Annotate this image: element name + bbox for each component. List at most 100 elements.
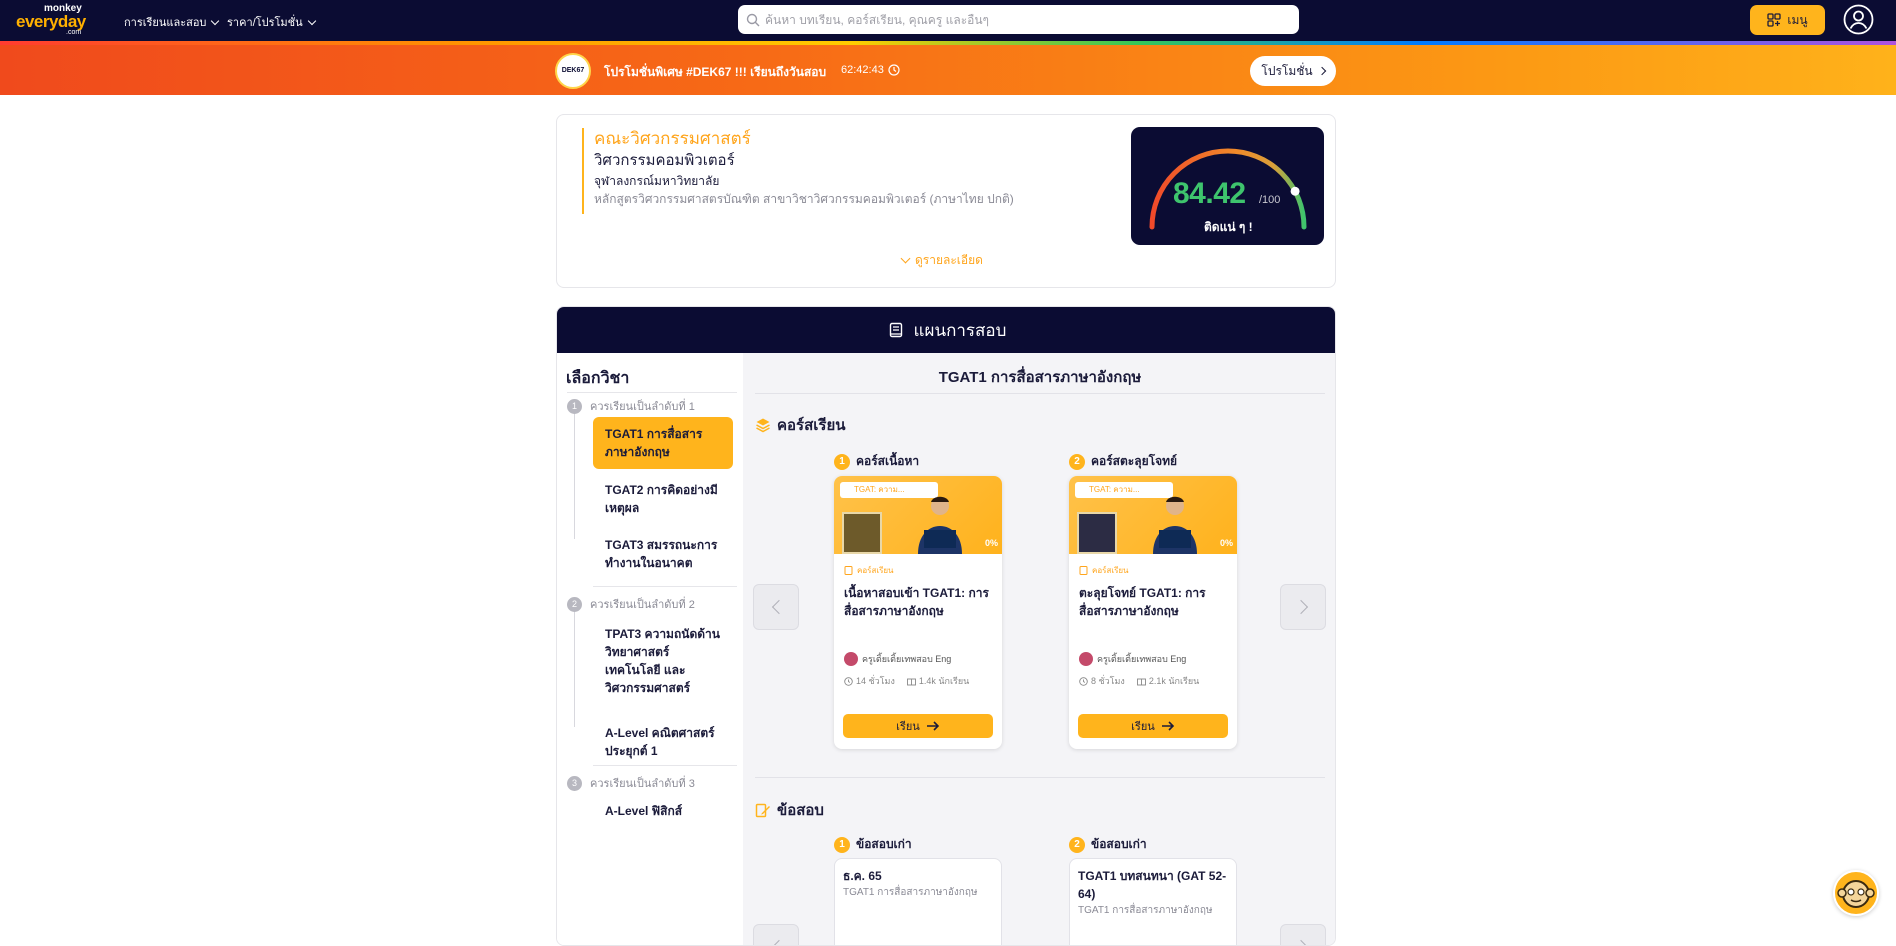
- exams-section-label: ข้อสอบ: [777, 802, 824, 819]
- divider: [755, 777, 1325, 778]
- nav-link-learning-label: การเรียนและสอบ: [124, 17, 207, 29]
- courses-section-label: คอร์สเรียน: [777, 417, 846, 434]
- exam-column-header: 2 ข้อสอบเก่า: [1069, 835, 1147, 854]
- study-button[interactable]: เรียน: [1078, 714, 1228, 738]
- exams-section-title: ข้อสอบ: [755, 798, 824, 822]
- course-students-value: 1.4k นักเรียน: [918, 676, 970, 686]
- course-title: เนื้อหาสอบเข้า TGAT1: การสื่อสารภาษาอังก…: [844, 586, 989, 618]
- exam-column-header: 1 ข้อสอบเก่า: [834, 835, 912, 854]
- course-card[interactable]: TGAT: ความ... 0% คอร์สเรียน เนื้อหาสอบเข…: [834, 476, 1002, 749]
- logo-sub-text: .com: [66, 29, 82, 36]
- promo-logo: DEK67: [555, 53, 591, 89]
- subject-item-tgat3[interactable]: TGAT3 สมรรถนะการทำงานในอนาคต: [593, 528, 733, 580]
- group-header-2: 2 ควรเรียนเป็นลำดับที่ 2: [567, 595, 695, 613]
- search-bar[interactable]: [738, 5, 1299, 34]
- course-column-label: คอร์สเนื้อหา: [856, 454, 920, 468]
- exam-column-label: ข้อสอบเก่า: [856, 837, 912, 851]
- site-logo[interactable]: monkey everyday .com: [16, 3, 108, 37]
- teacher-name: ครูเติ้ยเติ้ยเทพสอบ Eng: [862, 654, 952, 664]
- exam-subtitle: TGAT1 การสื่อสารภาษาอังกฤษ: [1078, 905, 1213, 916]
- search-input[interactable]: [765, 12, 1265, 27]
- subject-item-tgat2[interactable]: TGAT2 การคิดอย่างมีเหตุผล: [593, 473, 733, 525]
- search-icon: [746, 13, 760, 26]
- exam-carousel-next-button[interactable]: [1280, 924, 1326, 945]
- monkey-mascot-icon: [1837, 880, 1875, 908]
- subject-item-alevel-physics[interactable]: A-Level ฟิสิกส์: [593, 794, 733, 828]
- group-number: 1: [567, 398, 582, 414]
- course-hours: 14 ชั่วโมง: [844, 674, 895, 688]
- clock-icon: [888, 64, 900, 76]
- course-thumbnail: TGAT: ความ... 0%: [1069, 476, 1237, 554]
- view-details-link[interactable]: ดูรายละเอียด: [900, 251, 983, 270]
- carousel-prev-button[interactable]: [753, 584, 799, 630]
- divider: [593, 586, 737, 587]
- exam-plan-title: แผนการสอบ: [913, 320, 1007, 340]
- user-profile-icon[interactable]: [1843, 4, 1874, 35]
- course-type: คอร์สเรียน: [1079, 564, 1129, 577]
- faculty-university: จุฬาลงกรณ์มหาวิทยาลัย: [594, 174, 720, 188]
- chat-mascot-button[interactable]: [1833, 870, 1879, 916]
- study-button[interactable]: เรียน: [843, 714, 993, 738]
- chevron-down-icon: [900, 253, 911, 264]
- course-progress: 0%: [1219, 538, 1233, 548]
- course-hours-value: 8 ชั่วโมง: [1091, 676, 1125, 686]
- book-icon: [1079, 566, 1088, 575]
- clock-icon: [1079, 676, 1088, 686]
- exam-pencil-icon: [755, 803, 770, 818]
- exam-carousel-prev-button[interactable]: [753, 924, 799, 945]
- menu-button-label: เมนู: [1787, 12, 1808, 27]
- subject-item-tpat3[interactable]: TPAT3 ความถนัดด้านวิทยาศาสตร์ เทคโนโลยี …: [593, 617, 733, 705]
- subject-sidebar: เลือกวิชา 1 ควรเรียนเป็นลำดับที่ 1 TGAT1…: [557, 353, 743, 945]
- carousel-next-button[interactable]: [1280, 584, 1326, 630]
- course-column-header: 1 คอร์สเนื้อหา: [834, 452, 919, 471]
- score-label: ติดแน่ ๆ !: [1204, 220, 1253, 234]
- nav-link-learning[interactable]: การเรียนและสอบ: [124, 13, 220, 31]
- course-column-label: คอร์สตะลุยโจทย์: [1091, 454, 1178, 468]
- promo-button[interactable]: โปรโมชั่น: [1250, 56, 1336, 86]
- faculty-info: คณะวิศวกรรมศาสตร์ วิศวกรรมคอมพิวเตอร์ จุ…: [582, 128, 1014, 214]
- nav-link-pricing-label: ราคา/โปรโมชั่น: [227, 17, 303, 29]
- promo-text: โปรโมชั่นพิเศษ #DEK67 !!! เรียนถึงวันสอบ: [604, 65, 827, 79]
- divider: [593, 765, 737, 766]
- subject-content: TGAT1 การสื่อสารภาษาอังกฤษ คอร์สเรียน 1 …: [743, 353, 1335, 945]
- course-type-label: คอร์สเรียน: [857, 566, 894, 575]
- exam-card[interactable]: ธ.ค. 65 TGAT1 การสื่อสารภาษาอังกฤษ: [834, 858, 1002, 945]
- chevron-down-icon: [211, 16, 220, 25]
- top-navbar: monkey everyday .com การเรียนและสอบ ราคา…: [0, 0, 1896, 41]
- promo-button-label: โปรโมชั่น: [1261, 63, 1313, 78]
- group-label: ควรเรียนเป็นลำดับที่ 3: [590, 778, 695, 790]
- course-column-header: 2 คอร์สตะลุยโจทย์: [1069, 452, 1177, 471]
- exam-number: 2: [1069, 836, 1085, 853]
- faculty-title: คณะวิศวกรรมศาสตร์: [594, 129, 751, 148]
- avatar: [1079, 652, 1093, 666]
- nav-link-pricing[interactable]: ราคา/โปรโมชั่น: [227, 13, 316, 31]
- score-gauge: 84.42 /100 ติดแน่ ๆ !: [1131, 127, 1324, 245]
- exam-card[interactable]: TGAT1 บทสนทนา (GAT 52-64) TGAT1 การสื่อส…: [1069, 858, 1237, 945]
- course-type: คอร์สเรียน: [844, 564, 894, 577]
- subject-item-alevel-math[interactable]: A-Level คณิตศาสตร์ประยุกต์ 1: [593, 716, 733, 768]
- exam-plan-header: แผนการสอบ: [557, 307, 1335, 353]
- exam-title: TGAT1 บทสนทนา (GAT 52-64): [1078, 869, 1227, 901]
- group-number: 2: [567, 596, 582, 612]
- course-number: 2: [1069, 453, 1085, 470]
- subject-item-tgat1[interactable]: TGAT1 การสื่อสารภาษาอังกฤษ: [593, 417, 733, 469]
- course-teacher: ครูเติ้ยเติ้ยเทพสอบ Eng: [844, 652, 951, 666]
- arrow-right-icon: [1161, 721, 1174, 731]
- course-card[interactable]: TGAT: ความ... 0% คอร์สเรียน ตะลุยโจทย์ T…: [1069, 476, 1237, 749]
- chevron-right-icon: [1317, 66, 1326, 76]
- group-number: 3: [567, 775, 582, 791]
- view-details-label: ดูรายละเอียด: [915, 253, 983, 267]
- menu-button[interactable]: เมนู: [1750, 5, 1825, 35]
- study-button-label: เรียน: [896, 721, 920, 733]
- teacher-illustration: [1153, 496, 1197, 554]
- score-value: 84.42: [1173, 177, 1246, 210]
- chevron-right-icon: [1293, 599, 1308, 615]
- group-connector: [574, 607, 575, 727]
- group-connector: [574, 409, 575, 539]
- course-students: 2.1k นักเรียน: [1136, 674, 1199, 688]
- arrow-right-icon: [926, 721, 939, 731]
- teacher-name: ครูเติ้ยเติ้ยเทพสอบ Eng: [1097, 654, 1187, 664]
- sidebar-title: เลือกวิชา: [566, 370, 630, 387]
- teacher-illustration: [918, 496, 962, 554]
- group-label: ควรเรียนเป็นลำดับที่ 1: [590, 401, 695, 413]
